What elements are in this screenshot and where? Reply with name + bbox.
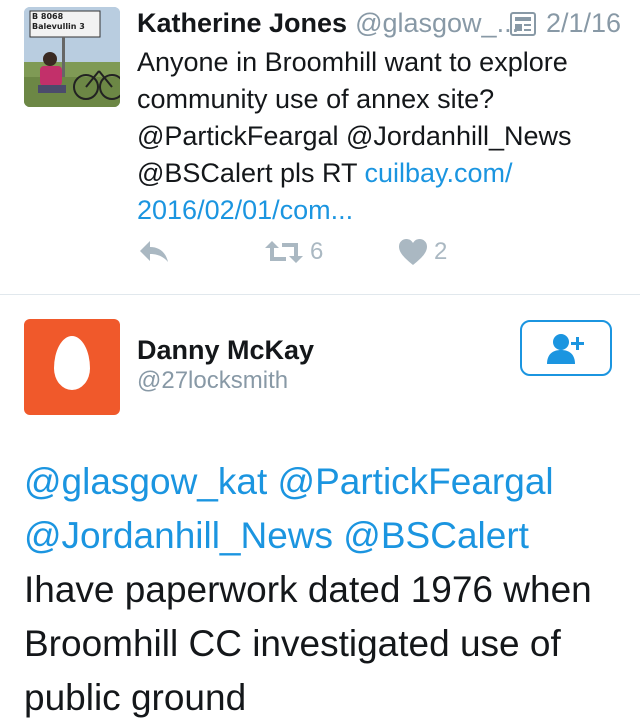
tweet-text: Anyone in Broomhill want to explore comm… <box>137 44 627 229</box>
mention-links[interactable]: @Jordanhill_News @BSCalert <box>24 509 624 563</box>
tweet-text: @glasgow_kat @PartickFeargal @Jordanhill… <box>24 455 624 725</box>
author-name[interactable]: Katherine Jones <box>137 8 347 38</box>
author-name[interactable]: Danny McKay <box>137 335 314 366</box>
like-count: 2 <box>434 238 448 265</box>
divider <box>0 294 640 295</box>
follow-user-icon <box>547 334 584 364</box>
heart-icon <box>399 239 427 265</box>
tweet-item[interactable]: B 8068 Balevullin 3 Katherine Jones @glas… <box>0 0 640 294</box>
follow-button[interactable] <box>520 320 612 376</box>
tweet-actions: 6 2 <box>0 238 640 278</box>
mention-links[interactable]: @glasgow_kat @PartickFeargal <box>24 455 624 509</box>
avatar[interactable] <box>24 319 120 415</box>
tweet-text-main: Ihave paperwork dated 1976 when Broomhil… <box>24 569 592 718</box>
sign-text: Balevullin 3 <box>32 22 85 31</box>
reply-icon <box>140 241 168 262</box>
like-button[interactable]: 2 <box>398 238 447 266</box>
author-handle[interactable]: @27locksmith <box>137 367 288 395</box>
summary-card-icon <box>510 11 536 42</box>
retweet-button[interactable]: 6 <box>264 238 323 266</box>
avatar[interactable]: B 8068 Balevullin 3 <box>24 7 120 107</box>
sign-text: B 8068 <box>32 12 64 21</box>
retweet-count: 6 <box>310 238 324 265</box>
reply-button[interactable] <box>137 238 171 264</box>
egg-avatar-icon <box>54 336 90 390</box>
tweet-date[interactable]: 2/1/16 <box>546 8 621 39</box>
author-handle[interactable]: @glasgow_... <box>355 8 519 38</box>
retweet-icon <box>265 241 303 263</box>
